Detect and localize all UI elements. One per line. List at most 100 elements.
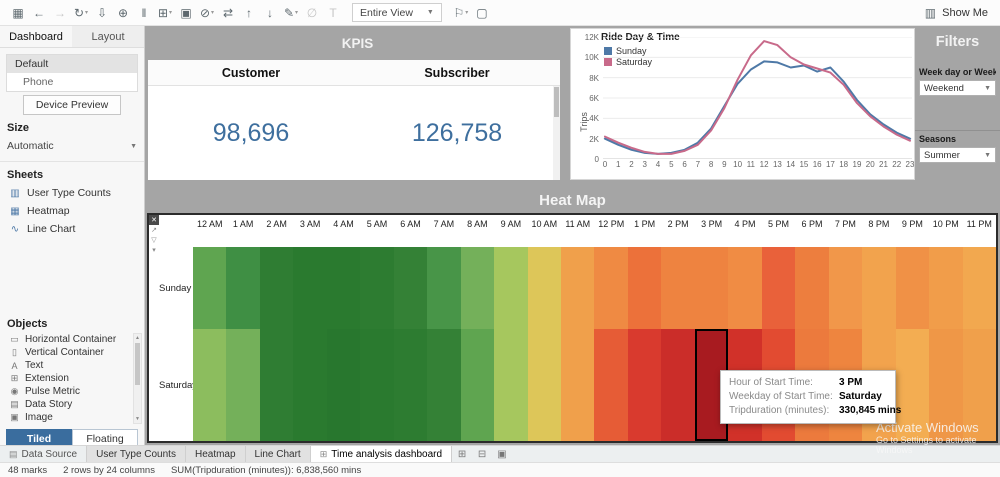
heatmap-cell[interactable] — [728, 247, 762, 329]
heatmap-cell[interactable] — [627, 247, 662, 329]
heatmap-cell[interactable] — [895, 247, 930, 329]
heatmap-hour-label[interactable]: 3 PM — [695, 215, 728, 232]
scroll-down-icon[interactable]: ▼ — [134, 415, 141, 423]
heatmap-hour-label[interactable]: 1 AM — [226, 215, 259, 232]
heatmap-cell[interactable] — [360, 329, 394, 441]
heatmap-cell[interactable] — [360, 247, 394, 329]
sheet-item-heatmap[interactable]: ▦ Heatmap — [0, 202, 144, 220]
presentation-mode-icon[interactable]: ▢ — [472, 3, 492, 23]
heatmap-hour-label[interactable]: 11 PM — [963, 215, 996, 232]
heatmap-cell[interactable] — [494, 247, 528, 329]
line-series-sunday[interactable] — [604, 60, 911, 155]
highlight-icon[interactable]: ✎ ▾ — [281, 3, 301, 23]
object-item-horizontal-container[interactable]: ▭ Horizontal Container — [0, 333, 132, 346]
heatmap-hour-label[interactable]: 10 PM — [929, 215, 962, 232]
heatmap-hour-label[interactable]: 2 AM — [260, 215, 293, 232]
heatmap-cell[interactable] — [962, 247, 996, 329]
heatmap-cell[interactable] — [694, 247, 729, 329]
heatmap-hour-label[interactable]: 6 AM — [394, 215, 427, 232]
heatmap-cell[interactable] — [460, 247, 495, 329]
device-preview-button[interactable]: Device Preview — [22, 95, 122, 115]
heatmap-hour-label[interactable]: 10 AM — [528, 215, 561, 232]
heatmap-cell[interactable] — [226, 329, 260, 441]
sheet-item-user-type-counts[interactable]: ▥ User Type Counts — [0, 184, 144, 202]
object-item-vertical-container[interactable]: ▯ Vertical Container — [0, 346, 132, 359]
heatmap-cell[interactable] — [293, 329, 327, 441]
scrollbar-thumb[interactable] — [135, 343, 140, 385]
sheet-item-line-chart[interactable]: ∿ Line Chart — [0, 220, 144, 238]
heatmap-cell[interactable] — [460, 329, 495, 441]
heatmap-hour-label[interactable]: 9 AM — [494, 215, 527, 232]
heatmap-hour-label[interactable]: 5 PM — [762, 215, 795, 232]
heatmap-cell[interactable] — [494, 329, 528, 441]
heatmap-hour-label[interactable]: 12 PM — [594, 215, 627, 232]
go-to-sheet-icon[interactable]: ↗ — [149, 225, 159, 235]
heatmap-cell[interactable] — [761, 247, 796, 329]
new-worksheet-button[interactable]: ⊞ — [452, 446, 472, 462]
replay-icon[interactable]: ↻ ▾ — [71, 3, 91, 23]
heatmap-cell[interactable] — [594, 247, 628, 329]
heatmap-cell[interactable] — [193, 329, 227, 441]
weekday-filter-dropdown[interactable]: Weekend ▼ — [919, 80, 996, 96]
heatmap-hour-label[interactable]: 7 AM — [427, 215, 460, 232]
new-data-source-icon[interactable]: ⊕ — [113, 3, 133, 23]
use-as-filter-icon[interactable]: ▽ — [149, 235, 159, 245]
heatmap-cell[interactable] — [326, 329, 361, 441]
scroll-up-icon[interactable]: ▲ — [134, 334, 141, 342]
heatmap-cell[interactable] — [561, 247, 595, 329]
undo-icon[interactable]: ← — [29, 3, 49, 23]
sheet-tab-heatmap[interactable]: Heatmap — [185, 446, 246, 462]
kpi-value-customer[interactable]: 98,696 — [148, 86, 354, 180]
heatmap-cell[interactable] — [393, 329, 428, 441]
new-story-button[interactable]: ▣ — [492, 446, 512, 462]
swap-rows-columns-icon[interactable]: ⇄ — [218, 3, 238, 23]
show-mark-labels-icon[interactable]: ⚐ ▾ — [451, 3, 471, 23]
heatmap-cell[interactable] — [193, 247, 227, 329]
kpi-header-subscriber[interactable]: Subscriber — [354, 60, 560, 85]
sheet-tab-data-source[interactable]: ▤ Data Source — [0, 446, 88, 462]
sheet-tab-time-analysis-dashboard[interactable]: ⊞ Time analysis dashboard — [310, 446, 453, 462]
legend-item-sunday[interactable]: Sunday — [604, 45, 652, 56]
heatmap-cell[interactable] — [661, 329, 695, 441]
heatmap-cell[interactable] — [527, 329, 562, 441]
heatmap-hour-label[interactable]: 5 AM — [360, 215, 393, 232]
duplicate-sheet-icon[interactable]: ▣ — [176, 3, 196, 23]
heatmap-hour-label[interactable]: 8 PM — [862, 215, 895, 232]
heatmap-cell[interactable] — [226, 247, 260, 329]
heatmap-cell[interactable] — [393, 247, 428, 329]
heatmap-hour-label[interactable]: 8 AM — [461, 215, 494, 232]
heatmap-cell[interactable] — [828, 247, 863, 329]
kpi-value-subscriber[interactable]: 126,758 — [354, 86, 560, 180]
size-dropdown[interactable]: Automatic ▼ — [0, 137, 144, 155]
heatmap-cell[interactable] — [929, 247, 963, 329]
sheet-tab-line-chart[interactable]: Line Chart — [245, 446, 311, 462]
heatmap-cell[interactable] — [561, 329, 595, 441]
heatmap-hour-label[interactable]: 7 PM — [829, 215, 862, 232]
sort-descending-icon[interactable]: ↓ — [260, 3, 280, 23]
tableau-logo-icon[interactable]: ▦ — [8, 3, 28, 23]
object-item-extension[interactable]: ⊞ Extension — [0, 372, 132, 385]
heatmap-cell[interactable] — [527, 247, 562, 329]
heatmap-hour-label[interactable]: 12 AM — [193, 215, 226, 232]
legend-item-saturday[interactable]: Saturday — [604, 56, 652, 67]
heatmap-cell[interactable] — [627, 329, 662, 441]
new-dashboard-button[interactable]: ⊟ — [472, 446, 492, 462]
heatmap-cell[interactable] — [293, 247, 327, 329]
heatmap-hour-label[interactable]: 11 AM — [561, 215, 594, 232]
tab-layout[interactable]: Layout — [72, 26, 144, 47]
heatmap-cell[interactable] — [427, 247, 461, 329]
device-item-phone[interactable]: Phone — [7, 73, 137, 91]
heatmap-cell[interactable] — [326, 247, 361, 329]
show-me-button[interactable]: ▥ Show Me — [925, 6, 992, 20]
heatmap-cell[interactable] — [661, 247, 695, 329]
object-item-text[interactable]: A Text — [0, 359, 132, 372]
heatmap-hour-label[interactable]: 4 AM — [327, 215, 360, 232]
tab-dashboard[interactable]: Dashboard — [0, 26, 72, 47]
heatmap-hour-label[interactable]: 2 PM — [661, 215, 694, 232]
heatmap-hour-label[interactable]: 4 PM — [728, 215, 761, 232]
object-item-data-story[interactable]: ▤ Data Story — [0, 398, 132, 411]
more-options-icon[interactable]: ▾ — [149, 245, 159, 255]
device-item-default[interactable]: Default — [7, 55, 137, 73]
heatmap-cell[interactable] — [427, 329, 461, 441]
sheet-tab-user-type-counts[interactable]: User Type Counts — [87, 446, 186, 462]
